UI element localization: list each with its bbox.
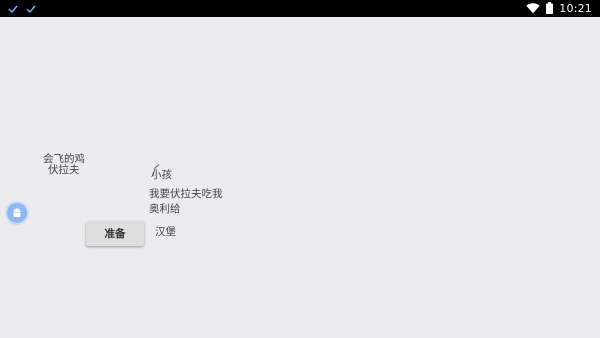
check-icon	[26, 4, 36, 14]
label-vodka: 伏拉夫	[48, 164, 80, 176]
ready-button[interactable]: 准备	[86, 221, 144, 246]
clock: 10:21	[559, 2, 592, 15]
label-hamburger: 汉堡	[155, 226, 176, 238]
wifi-icon	[526, 0, 540, 18]
label-i-want-vodka-eat-me: 我要伏拉夫吃我	[149, 188, 223, 200]
status-bar: 10:21	[0, 0, 600, 17]
status-bar-notifications	[8, 0, 36, 17]
status-bar-system: 10:21	[526, 0, 592, 17]
android-icon	[11, 204, 23, 223]
label-orly: 奥利给	[149, 203, 181, 215]
floating-android-button[interactable]	[7, 203, 27, 223]
battery-icon	[546, 0, 554, 18]
check-icon	[8, 4, 18, 14]
label-kid: 小孩	[151, 169, 172, 181]
main-content: 会飞的鸡 伏拉夫 小孩 我要伏拉夫吃我 奥利给 准备 汉堡	[0, 17, 600, 338]
